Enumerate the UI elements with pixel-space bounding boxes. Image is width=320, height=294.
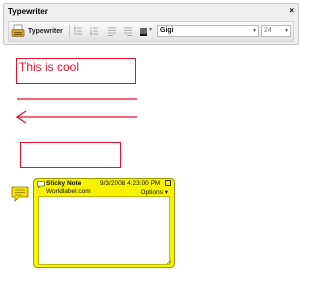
sticky-note-title: Sticky Note: [46, 180, 82, 187]
resize-grip-icon[interactable]: [166, 259, 172, 265]
sticky-note-body[interactable]: [38, 196, 170, 265]
sticky-note-icon[interactable]: [11, 186, 29, 202]
sticky-note-author: Worldlabel.com: [46, 188, 91, 195]
options-menu-button[interactable]: Options ▾: [141, 188, 168, 196]
rectangle-annotation[interactable]: [20, 142, 121, 168]
sticky-note-popup: Sticky Note 9/3/2008 4:23:00 PM Worldlab…: [33, 178, 175, 268]
sticky-note-date: 9/3/2008 4:23:00 PM: [100, 180, 161, 187]
sticky-note-header[interactable]: Sticky Note 9/3/2008 4:23:00 PM Worldlab…: [34, 179, 174, 196]
comment-icon: [37, 181, 45, 188]
minimize-icon[interactable]: [165, 180, 171, 186]
